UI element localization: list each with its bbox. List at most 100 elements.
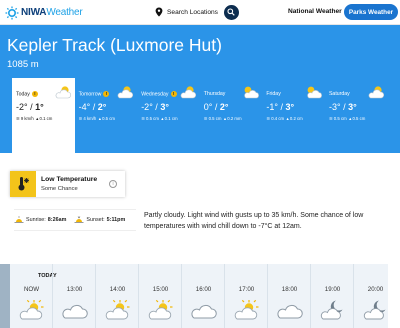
hour-label: 15:00: [152, 286, 169, 293]
day-rain: 0.1 cm: [39, 116, 53, 121]
raindrop-icon: ▴: [98, 116, 101, 121]
day-rain: 0.2 mm: [227, 116, 242, 121]
sunset-label: Sunset:: [86, 217, 105, 223]
info-icon[interactable]: i: [109, 180, 117, 188]
wind-icon: ≋: [328, 116, 333, 121]
low-temperature-warning[interactable]: Low Temperature Some Chance i: [10, 171, 125, 197]
warning-subtitle: Some Chance: [41, 186, 78, 192]
warning-icon: !: [103, 91, 110, 97]
hour-label: 19:00: [324, 286, 341, 293]
sunrise-label: Sunrise:: [26, 217, 46, 223]
search-button[interactable]: [223, 4, 239, 20]
day-wind: 0.5 cm: [146, 116, 159, 121]
day-name: Today!: [16, 91, 38, 97]
forecast-summary: Partly cloudy. Light wind with gusts up …: [144, 212, 364, 230]
partly-cloudy-icon: [116, 85, 134, 99]
hourly-slot[interactable]: 14:00: [96, 264, 139, 328]
day-tab-thursday[interactable]: Thursday 0° / 2° ≋ 0.5 cm ▴ 0.2 mm: [200, 78, 263, 153]
raindrop-icon: ▴: [349, 116, 352, 121]
logo-text: NIWAWeather: [21, 7, 83, 18]
hourly-slot[interactable]: 18:00: [268, 264, 311, 328]
cloud-icon: [191, 299, 217, 321]
hourly-slot[interactable]: 16:00: [182, 264, 225, 328]
day-min: -4°: [78, 102, 91, 112]
hourly-slot[interactable]: 17:00: [225, 264, 268, 328]
nav-parks-weather[interactable]: Parks Weather: [344, 4, 398, 20]
day-temperatures: -4° / 2°: [78, 102, 107, 112]
partly-sunny-icon: [19, 299, 45, 321]
hourly-slot[interactable]: 19:00: [311, 264, 354, 328]
hourly-scroll-right[interactable]: [388, 264, 400, 328]
day-details: ≋ 0.5 cm ▴ 0.5 cm: [329, 116, 365, 122]
day-name: Friday: [266, 91, 281, 97]
warning-badge: [10, 171, 36, 197]
day-tab-tomorrow[interactable]: Tomorrow! -4° / 2° ≋ 4 km/h ▴ 0.5 cm: [75, 78, 138, 153]
search-locations[interactable]: Search Locations: [155, 4, 239, 20]
day-tab-today[interactable]: Today! -2° / 1° ≋ 9 km/h ▴ 0.1 cm: [12, 78, 75, 153]
raindrop-icon: ▴: [223, 116, 227, 121]
hour-label: 16:00: [195, 286, 212, 293]
partly-sunny-icon: [234, 299, 260, 321]
day-min: -1°: [266, 102, 278, 112]
search-label[interactable]: Search Locations: [167, 9, 218, 16]
wind-icon: ≋: [203, 116, 208, 121]
day-name: Tomorrow!: [79, 91, 110, 97]
day-wind: 9 km/h: [20, 116, 34, 121]
day-name: Wednesday!: [141, 91, 177, 97]
day-wind: 4 km/h: [83, 116, 97, 121]
day-tab-friday[interactable]: Friday -1° / 3° ≋ 0.4 cm ▴ 0.2 cm: [262, 78, 325, 153]
search-icon: [227, 8, 236, 16]
cloud-icon: [62, 299, 88, 321]
day-min: -2°: [141, 102, 153, 112]
raindrop-icon: ▴: [286, 116, 289, 121]
sunrise: Sunrise: 8:26am: [14, 216, 66, 224]
nav-national-weather[interactable]: National Weather: [288, 8, 342, 15]
day-rain: 0.2 cm: [289, 116, 303, 121]
day-tab-wednesday[interactable]: Wednesday! -2° / 3° ≋ 0.5 cm ▴ 0.1 cm: [137, 78, 200, 153]
day-temperatures: -2° / 1°: [16, 102, 44, 112]
niwa-logo[interactable]: NIWAWeather: [5, 4, 83, 21]
day-max: 3°: [348, 102, 357, 112]
daily-forecast-tabs: Today! -2° / 1° ≋ 9 km/h ▴ 0.1 cm Tomorrow!…: [12, 78, 388, 153]
cloudy-sun-icon: [304, 85, 322, 99]
day-name: Saturday: [328, 91, 350, 97]
day-details: ≋ 0.5 cm ▴ 0.1 cm: [141, 116, 177, 122]
sunrise-icon: [14, 216, 24, 223]
location-pin-icon: [155, 7, 163, 17]
sunset-icon: [74, 216, 84, 223]
day-max: 2°: [97, 102, 107, 112]
raindrop-icon: ▴: [161, 116, 164, 121]
hourly-slot[interactable]: 20:00: [354, 264, 388, 328]
wind-icon: ≋: [266, 116, 270, 121]
location-title: Kepler Track (Luxmore Hut): [7, 35, 222, 55]
cloudy-sun-icon: [241, 85, 260, 99]
partly-cloudy-icon: [54, 85, 72, 99]
thermometer-snow-icon: [18, 177, 29, 191]
top-header: NIWAWeather Search Locations National We…: [0, 0, 400, 25]
day-min: -2°: [16, 102, 28, 112]
hourly-slot[interactable]: 13:00: [53, 264, 96, 328]
hourly-forecast: TODAY NOW 13:00 14:00 15:00 16:00 17:00 18:00 1…: [10, 264, 388, 328]
sun-times: Sunrise: 8:26am Sunset: 5:11pm: [14, 209, 136, 231]
hourly-slot[interactable]: 15:00: [139, 264, 182, 328]
location-altitude: 1085 m: [7, 59, 39, 70]
hour-label: 18:00: [281, 286, 298, 293]
day-max: 1°: [35, 102, 44, 112]
sunset-time: 5:11pm: [106, 217, 126, 223]
day-tab-saturday[interactable]: Saturday -3° / 3° ≋ 0.5 cm ▴ 0.5 cm: [325, 78, 388, 153]
cloud-icon: [277, 299, 303, 321]
day-temperatures: -2° / 3°: [141, 102, 169, 112]
day-max: 2°: [219, 102, 229, 112]
hourly-scroll-left[interactable]: [0, 264, 10, 328]
warning-title: Low Temperature: [41, 176, 98, 183]
day-rain: 0.5 cm: [352, 116, 366, 121]
day-wind: 0.5 cm: [333, 116, 347, 121]
hourly-slot[interactable]: NOW: [10, 264, 53, 328]
warning-icon: !: [31, 91, 38, 97]
day-max: 3°: [160, 102, 169, 112]
sunset: Sunset: 5:11pm: [74, 216, 125, 224]
hour-label: 13:00: [66, 286, 83, 293]
day-max: 3°: [285, 102, 295, 112]
day-wind: 0.4 cm: [271, 116, 285, 121]
partly-cloudy-icon: [179, 85, 197, 99]
